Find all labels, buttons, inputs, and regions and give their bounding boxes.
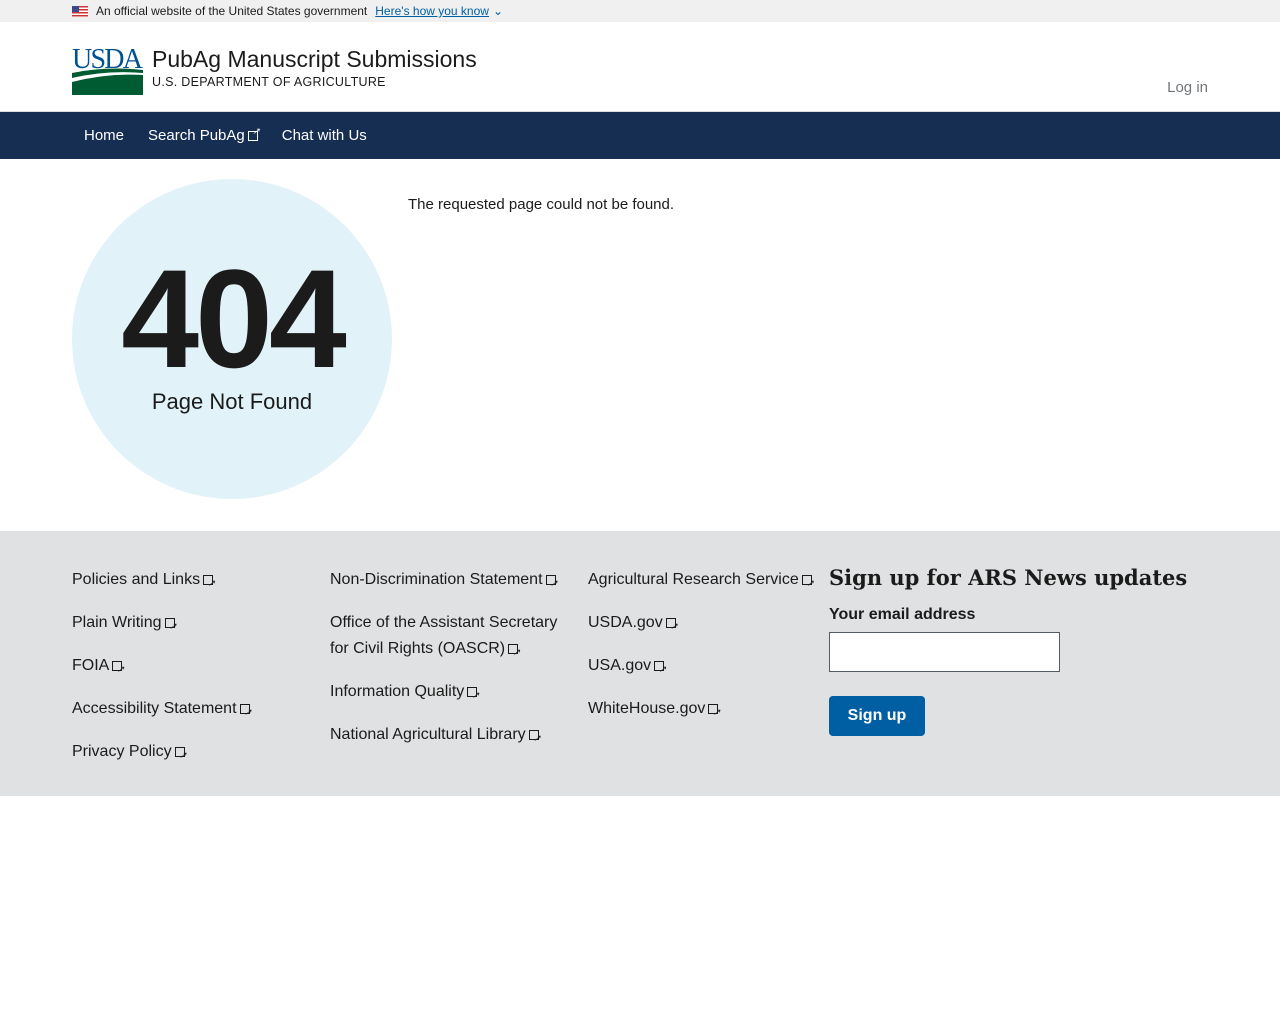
link-label: Policies and Links — [72, 571, 201, 588]
error-heading: Page Not Found — [151, 389, 313, 414]
footer-link[interactable]: Privacy Policy — [72, 739, 312, 768]
external-link-icon — [203, 570, 215, 596]
nav-home[interactable]: Home — [72, 127, 136, 144]
external-link-icon — [801, 570, 814, 596]
link-label: Office of the Assistant Secretary for Ci… — [330, 614, 558, 657]
email-input[interactable] — [829, 632, 1060, 672]
link-label: Accessibility Statement — [72, 700, 237, 717]
external-link-icon — [467, 682, 479, 708]
email-label: Your email address — [829, 606, 976, 623]
footer-col-3: Agricultural Research Service USDA.gov U… — [588, 567, 828, 739]
link-label: Information Quality — [330, 683, 465, 700]
external-link-icon — [112, 656, 124, 682]
external-link-icon — [708, 699, 720, 725]
link-label: USA.gov — [588, 657, 652, 674]
signup-heading: Sign up for ARS News updates — [829, 565, 1188, 590]
nav-label: Search PubAg — [148, 127, 245, 144]
login-link[interactable]: Log in — [1167, 79, 1208, 96]
gov-banner: An official website of the United States… — [0, 0, 1280, 22]
chevron-down-icon[interactable]: ⌄ — [493, 4, 503, 18]
external-link-icon — [239, 699, 252, 725]
main-nav: Home Search PubAg Chat with Us — [0, 112, 1280, 159]
footer: Policies and Links Plain Writing FOIA Ac… — [0, 531, 1280, 796]
link-label: USDA.gov — [588, 614, 663, 631]
usda-logo[interactable]: USDA — [72, 46, 143, 95]
error-circle: 404 Page Not Found — [72, 179, 392, 499]
nav-chat[interactable]: Chat with Us — [270, 127, 379, 144]
footer-link[interactable]: Non-Discrimination Statement — [330, 567, 565, 596]
external-link-icon — [247, 126, 260, 141]
footer-link[interactable]: WhiteHouse.gov — [588, 696, 828, 725]
how-you-know-link[interactable]: Here's how you know — [375, 4, 489, 18]
external-link-icon — [528, 725, 541, 751]
footer-col-1: Policies and Links Plain Writing FOIA Ac… — [72, 567, 312, 782]
footer-link[interactable]: Plain Writing — [72, 610, 312, 639]
banner-text: An official website of the United States… — [96, 4, 368, 18]
external-link-icon — [545, 570, 558, 596]
footer-link[interactable]: FOIA — [72, 653, 312, 682]
link-label: Non-Discrimination Statement — [330, 571, 543, 588]
external-link-icon — [654, 656, 666, 682]
footer-link[interactable]: National Agricultural Library — [330, 722, 565, 751]
nav-search-pubag[interactable]: Search PubAg — [136, 126, 270, 144]
newsletter-signup: Sign up for ARS News updates Your email … — [829, 565, 1187, 736]
footer-col-2: Non-Discrimination Statement Office of t… — [330, 567, 565, 765]
link-label: National Agricultural Library — [330, 726, 526, 743]
link-label: FOIA — [72, 657, 110, 674]
site-title[interactable]: PubAg Manuscript Submissions — [152, 46, 477, 73]
signup-button[interactable]: Sign up — [829, 696, 925, 736]
footer-link[interactable]: Accessibility Statement — [72, 696, 312, 725]
footer-link[interactable]: Office of the Assistant Secretary for Ci… — [330, 610, 565, 665]
footer-link[interactable]: Policies and Links — [72, 567, 312, 596]
site-subtitle: U.S. DEPARTMENT OF AGRICULTURE — [152, 75, 386, 89]
link-label: Plain Writing — [72, 614, 162, 631]
footer-link[interactable]: Information Quality — [330, 679, 565, 708]
external-link-icon — [665, 613, 678, 639]
external-link-icon — [174, 742, 187, 768]
error-code: 404 — [121, 240, 347, 397]
footer-link[interactable]: Agricultural Research Service — [588, 567, 828, 596]
external-link-icon — [508, 639, 520, 665]
external-link-icon — [164, 613, 177, 639]
us-flag-icon — [72, 5, 88, 17]
link-label: WhiteHouse.gov — [588, 700, 706, 717]
error-message: The requested page could not be found. — [408, 196, 675, 213]
site-header: USDA PubAg Manuscript Submissions U.S. D… — [0, 22, 1280, 112]
main-content: 404 Page Not Found The requested page co… — [0, 159, 1280, 531]
link-label: Agricultural Research Service — [588, 571, 799, 588]
footer-link[interactable]: USDA.gov — [588, 610, 828, 639]
footer-link[interactable]: USA.gov — [588, 653, 828, 682]
link-label: Privacy Policy — [72, 743, 172, 760]
